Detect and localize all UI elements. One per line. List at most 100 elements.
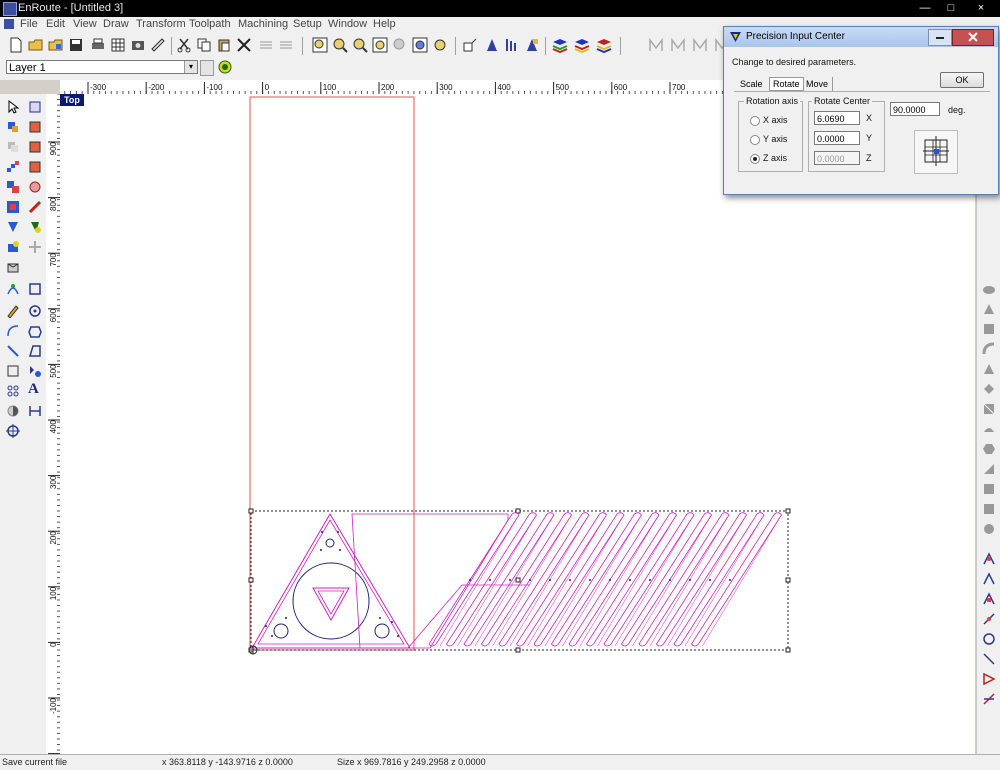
camera-icon[interactable] <box>130 37 146 53</box>
radio-z-axis[interactable] <box>750 154 760 164</box>
menu-file[interactable]: File <box>20 18 38 30</box>
open-folder-icon[interactable] <box>28 37 44 53</box>
tab-rotate[interactable]: Rotate <box>769 77 804 91</box>
sweep-icon[interactable] <box>6 260 20 274</box>
layer-properties-icon[interactable] <box>218 60 232 74</box>
center-y-field[interactable]: 0.0000 <box>814 131 860 145</box>
toolpath-icon-3[interactable] <box>692 37 708 53</box>
toolpath-icon-1[interactable] <box>648 37 664 53</box>
relief-view-icon[interactable] <box>982 522 996 536</box>
toolpath-view-1-icon[interactable] <box>982 552 996 566</box>
menu-machining[interactable]: Machining <box>238 18 288 30</box>
tab-scale[interactable]: Scale <box>740 79 763 89</box>
fill-icon[interactable] <box>28 220 42 234</box>
cut-icon[interactable] <box>176 37 192 53</box>
array-icon[interactable] <box>28 140 42 154</box>
undo-icon[interactable] <box>258 37 274 53</box>
zoom-out-icon[interactable] <box>352 37 368 53</box>
relief-revolve-icon[interactable] <box>982 382 996 396</box>
ellipse-icon[interactable] <box>28 304 42 318</box>
color-fill-icon[interactable] <box>524 37 540 53</box>
zoom-select-icon[interactable] <box>412 37 428 53</box>
zoom-previous-icon[interactable] <box>392 37 408 53</box>
relief-pyramid-icon[interactable] <box>982 362 996 376</box>
center-z-field[interactable]: 0.0000 <box>814 151 860 165</box>
layers-up-icon[interactable] <box>596 37 612 53</box>
toolpath-view-4-icon[interactable] <box>982 612 996 626</box>
grid-icon[interactable] <box>110 37 126 53</box>
text-tool-icon[interactable]: A <box>28 382 42 397</box>
redo-icon[interactable] <box>278 37 294 53</box>
arc-icon[interactable] <box>6 324 20 338</box>
toolpath-icon-2[interactable] <box>670 37 686 53</box>
layer-spinner[interactable] <box>200 60 214 76</box>
snap-icon[interactable] <box>462 37 478 53</box>
relief-dome-icon[interactable] <box>982 282 996 296</box>
half-circle-icon[interactable] <box>6 404 20 418</box>
radio-y-axis[interactable] <box>750 135 760 145</box>
circle-shape-icon[interactable] <box>28 180 42 194</box>
zoom-extents-icon[interactable] <box>372 37 388 53</box>
align-icon[interactable] <box>484 37 500 53</box>
save-icon[interactable] <box>68 37 84 53</box>
relief-sweep-icon[interactable] <box>982 342 996 356</box>
relief-texture-icon[interactable] <box>982 482 996 496</box>
tab-move[interactable]: Move <box>806 79 828 89</box>
line-icon[interactable] <box>6 344 20 358</box>
relief-prism-icon[interactable] <box>982 302 996 316</box>
toolpath-view-3-icon[interactable] <box>982 592 996 606</box>
menu-transform[interactable]: Transform <box>136 18 186 30</box>
transform-icon[interactable] <box>6 120 20 134</box>
knife-icon[interactable] <box>28 200 42 214</box>
center-x-field[interactable]: 6.0690 <box>814 111 860 125</box>
pan-icon[interactable] <box>432 37 448 53</box>
group-icon[interactable] <box>28 120 42 134</box>
zoom-in-icon[interactable] <box>332 37 348 53</box>
layers-icon[interactable] <box>552 37 568 53</box>
toolpath-view-5-icon[interactable] <box>982 632 996 646</box>
layers-down-icon[interactable] <box>574 37 590 53</box>
relief-blend-icon[interactable] <box>982 442 996 456</box>
open-file-icon[interactable] <box>48 37 64 53</box>
radio-x-axis[interactable] <box>750 116 760 126</box>
dimension-icon[interactable] <box>28 404 42 418</box>
paste-icon[interactable] <box>216 37 232 53</box>
minimize-button[interactable]: — <box>912 0 938 16</box>
distribute-icon[interactable] <box>504 37 520 53</box>
rotation-angle-field[interactable]: 90.0000 <box>890 102 940 116</box>
triangle-part[interactable] <box>251 513 411 649</box>
polygon-icon[interactable] <box>28 324 42 338</box>
maximize-button[interactable]: □ <box>938 0 964 16</box>
box-icon[interactable] <box>6 364 20 378</box>
menu-edit[interactable]: Edit <box>46 18 65 30</box>
grid-array-icon[interactable] <box>6 384 20 398</box>
dialog-title-bar[interactable]: Precision Input Center <box>724 27 998 47</box>
toolpath-view-2-icon[interactable] <box>982 572 996 586</box>
menu-toolpath[interactable]: Toolpath <box>189 18 231 30</box>
strip-parts[interactable] <box>351 512 782 649</box>
shapes-icon[interactable] <box>28 364 42 378</box>
extrude-icon[interactable] <box>28 240 42 254</box>
relief-merge-icon[interactable] <box>982 422 996 436</box>
menu-view[interactable]: View <box>73 18 97 30</box>
new-file-icon[interactable] <box>8 37 24 53</box>
layer-select[interactable]: Layer 1 ▾ <box>6 60 198 74</box>
close-button[interactable]: × <box>964 0 998 16</box>
relief-smooth-icon[interactable] <box>982 502 996 516</box>
align-objects-icon[interactable] <box>6 180 20 194</box>
menu-draw[interactable]: Draw <box>103 18 129 30</box>
pencil-icon[interactable] <box>6 304 20 318</box>
select-arrow-icon[interactable] <box>6 100 20 114</box>
duplicate-icon[interactable] <box>6 140 20 154</box>
board-outline[interactable] <box>249 96 415 651</box>
node-edit-icon[interactable] <box>28 100 42 114</box>
dialog-minimize-button[interactable] <box>928 29 952 46</box>
menu-window[interactable]: Window <box>328 18 367 30</box>
zoom-window-icon[interactable] <box>312 37 328 53</box>
step-repeat-icon[interactable] <box>6 160 20 174</box>
weld-icon[interactable] <box>6 220 20 234</box>
mirror-icon[interactable] <box>28 160 42 174</box>
rotate-icon[interactable] <box>6 200 20 214</box>
relief-scale-icon[interactable] <box>982 462 996 476</box>
dialog-close-button[interactable] <box>952 29 994 46</box>
